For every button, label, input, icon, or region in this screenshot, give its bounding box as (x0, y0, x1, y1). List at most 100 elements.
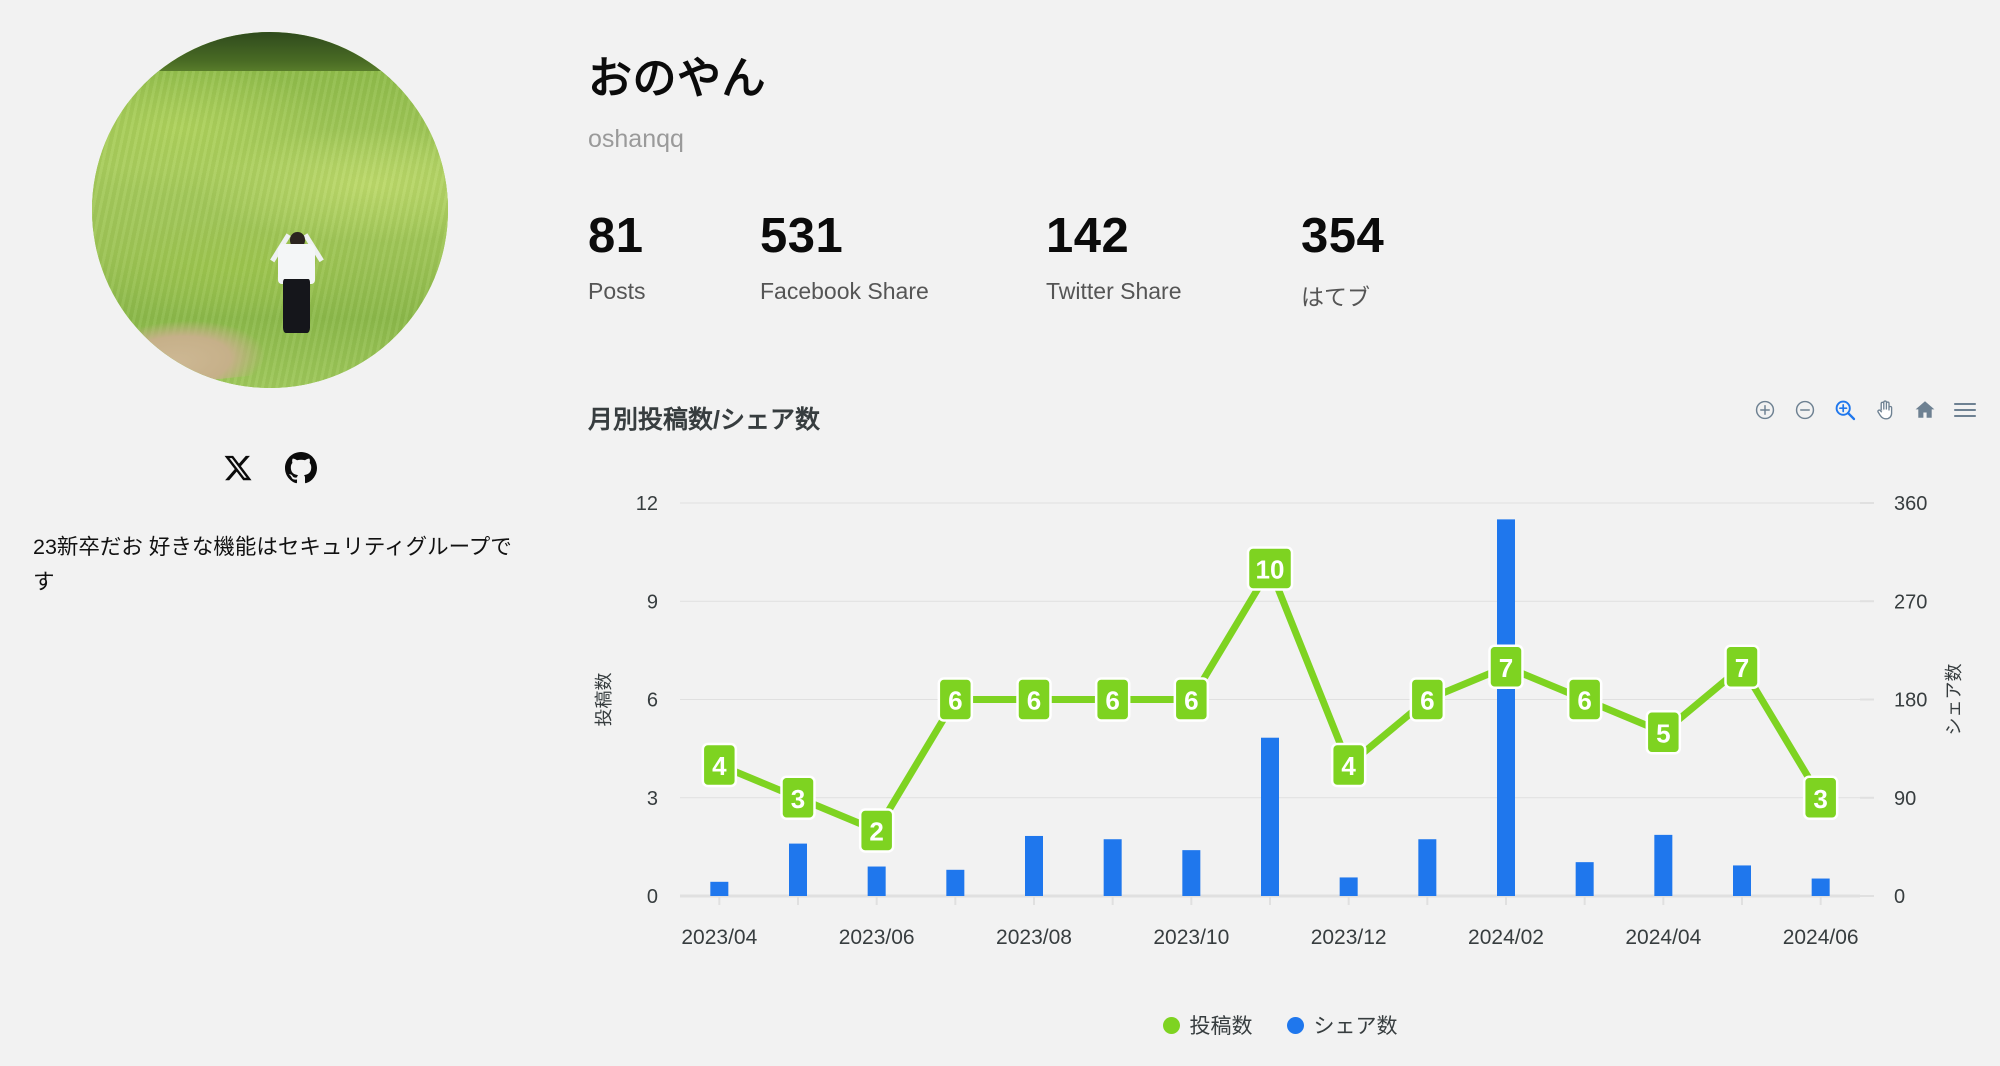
x-axis-tick: 2023/04 (681, 926, 757, 949)
bar-column[interactable] (867, 866, 886, 896)
chart-legend: 投稿数 シェア数 (560, 1010, 2000, 1040)
bar-column[interactable] (710, 881, 729, 896)
y2-axis-tick: 270 (1894, 591, 1927, 613)
bar-column[interactable] (1811, 878, 1830, 896)
data-label: 5 (1645, 710, 1682, 755)
bar-column[interactable] (1497, 519, 1515, 896)
stat-hatena-bookmark-label: はてブ (1301, 284, 1370, 310)
profile-handle: oshanqq (588, 125, 684, 153)
profile-bio: 23新卒だお 好きな機能はセキュリティグループです (33, 535, 512, 594)
stat-twitter-share-label: Twitter Share (1046, 278, 1182, 304)
data-label: 6 (1094, 677, 1131, 722)
x-axis-tick: 2023/10 (1153, 926, 1229, 949)
github-icon[interactable] (285, 452, 318, 489)
svg-text:10: 10 (1256, 555, 1285, 585)
y-axis-tick: 3 (647, 788, 658, 810)
pan-icon[interactable] (1872, 397, 1898, 423)
data-label: 3 (780, 775, 816, 820)
svg-text:6: 6 (948, 686, 962, 716)
profile-sidebar: 23新卒だお 好きな機能はセキュリティグループです (0, 0, 560, 1066)
combo-chart[interactable]: 0 3 6 9 12 0 90 180 270 360 投稿数 シェア数 2023/04 2023/06 2… (560, 455, 2000, 1055)
stat-posts-label: Posts (588, 278, 646, 304)
avatar (92, 32, 448, 388)
bar-column[interactable] (1654, 834, 1673, 896)
zoom-in-icon[interactable] (1752, 397, 1778, 423)
profile-main: おのやん oshanqq 81 Posts 531 Facebook Share… (560, 0, 2000, 1066)
svg-text:6: 6 (1420, 686, 1434, 716)
legend-item-shares[interactable]: シェア数 (1286, 1010, 1398, 1040)
chart-svg: 0 3 6 9 12 0 90 180 270 360 投稿数 シェア数 2023/04 2023/06 2… (594, 493, 1964, 949)
chart-toolbar (1752, 397, 1978, 423)
y-axis-tick: 0 (647, 886, 658, 908)
legend-marker-shares (1286, 1016, 1304, 1034)
data-label: 6 (1016, 677, 1052, 722)
home-reset-icon[interactable] (1912, 397, 1938, 423)
legend-label-posts: 投稿数 (1189, 1015, 1253, 1038)
x-axis-tick: 2023/12 (1311, 926, 1387, 949)
stat-facebook-share-value: 531 (760, 209, 844, 263)
svg-text:7: 7 (1499, 653, 1513, 683)
stat-hatena-bookmark: 354 はてブ (1301, 212, 1384, 312)
x-axis-tick: 2023/08 (996, 926, 1072, 949)
bar-column[interactable] (1025, 835, 1043, 896)
y2-axis-tick: 360 (1894, 493, 1927, 515)
svg-text:6: 6 (1577, 686, 1591, 716)
stat-posts: 81 Posts (588, 212, 646, 305)
stat-twitter-share: 142 Twitter Share (1046, 212, 1182, 305)
data-label: 6 (1409, 677, 1446, 722)
stats-row: 81 Posts 531 Facebook Share 142 Twitter … (588, 212, 1968, 322)
svg-text:4: 4 (1341, 751, 1356, 781)
data-label: 7 (1724, 644, 1760, 689)
y2-axis-tick: 90 (1894, 788, 1916, 810)
bar-column[interactable] (1182, 850, 1201, 896)
bar-column[interactable] (946, 869, 965, 896)
bar-column[interactable] (1261, 737, 1279, 896)
data-label: 4 (1330, 742, 1367, 788)
legend-item-posts[interactable]: 投稿数 (1162, 1010, 1253, 1040)
chart-title: 月別投稿数/シェア数 (588, 406, 820, 434)
svg-text:3: 3 (1813, 784, 1827, 814)
stat-facebook-share-label: Facebook Share (760, 278, 929, 304)
avatar-person (258, 221, 336, 338)
legend-marker-posts (1162, 1016, 1180, 1034)
svg-text:3: 3 (791, 784, 805, 814)
x-axis-tick: 2024/06 (1783, 926, 1859, 949)
x-twitter-icon[interactable] (223, 453, 253, 488)
y-axis-tick: 9 (647, 591, 658, 613)
svg-text:6: 6 (1184, 686, 1198, 716)
profile-stats-page: 23新卒だお 好きな機能はセキュリティグループです おのやん oshanqq 8… (0, 0, 2000, 1066)
avatar-person-legs (283, 279, 310, 334)
avatar-image (92, 32, 448, 388)
y-axis-title: 投稿数 (594, 673, 614, 727)
stat-hatena-bookmark-value: 354 (1301, 209, 1385, 263)
svg-text:6: 6 (1027, 686, 1041, 716)
bar-column[interactable] (1418, 839, 1437, 896)
data-label: 4 (701, 742, 738, 788)
zoom-out-icon[interactable] (1792, 397, 1818, 423)
stat-facebook-share: 531 Facebook Share (760, 212, 929, 305)
svg-text:7: 7 (1735, 653, 1749, 683)
data-label: 6 (1173, 677, 1210, 722)
svg-text:2: 2 (869, 817, 883, 847)
y2-axis-title: シェア数 (1944, 664, 1964, 736)
data-label: 6 (1566, 677, 1603, 722)
x-axis-tick: 2024/04 (1625, 926, 1701, 949)
data-label: 3 (1802, 775, 1839, 820)
y2-axis-tick: 0 (1894, 886, 1905, 908)
bar-column[interactable] (1103, 839, 1122, 896)
svg-text:6: 6 (1105, 686, 1119, 716)
bar-column[interactable] (1339, 877, 1358, 896)
data-label: 10 (1246, 546, 1294, 591)
bar-column[interactable] (1575, 862, 1594, 896)
stat-twitter-share-value: 142 (1046, 209, 1130, 263)
profile-name: おのやん (588, 54, 766, 103)
bar-column[interactable] (789, 843, 807, 896)
y2-axis-tick: 180 (1894, 690, 1927, 712)
social-links (0, 452, 540, 489)
selection-zoom-icon[interactable] (1832, 397, 1858, 423)
bar-column[interactable] (1733, 865, 1751, 896)
data-label: 7 (1488, 644, 1524, 689)
y-axis-tick: 12 (636, 493, 658, 515)
x-axis-tick: 2023/06 (839, 926, 915, 949)
menu-icon[interactable] (1952, 397, 1978, 423)
